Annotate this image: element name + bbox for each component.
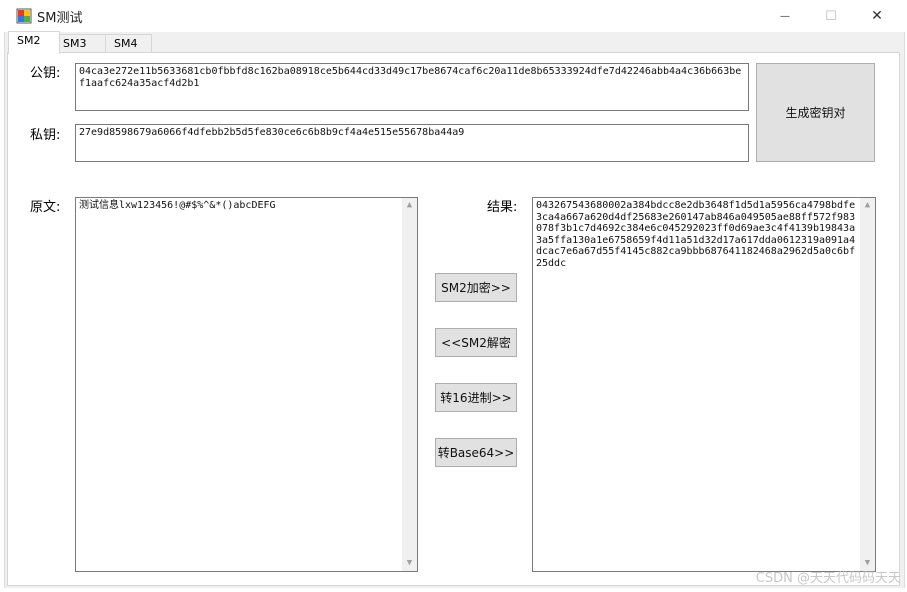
- close-button[interactable]: ✕: [854, 0, 900, 32]
- generate-keypair-button[interactable]: 生成密钥对: [756, 63, 875, 162]
- tab-sm4[interactable]: SM4: [105, 34, 152, 53]
- maximize-icon: ☐: [825, 8, 837, 24]
- to-hex-button[interactable]: 转16进制>>: [435, 383, 517, 412]
- plaintext-scrollbar[interactable]: ▲ ▼: [402, 198, 417, 571]
- decrypt-label: <<SM2解密: [441, 336, 511, 350]
- minimize-icon: —: [780, 10, 790, 22]
- sm2-decrypt-button[interactable]: <<SM2解密: [435, 328, 517, 357]
- result-label: 结果:: [487, 200, 518, 215]
- tab-label: SM3: [63, 37, 87, 50]
- public-key-field[interactable]: 04ca3e272e11b5633681cb0fbbfd8c162ba08918…: [75, 63, 749, 111]
- title-bar: SM测试 — ☐ ✕: [0, 0, 907, 32]
- scroll-up-icon[interactable]: ▲: [860, 198, 875, 213]
- generate-keypair-label: 生成密钥对: [785, 106, 846, 120]
- close-icon: ✕: [871, 8, 883, 24]
- encrypt-label: SM2加密>>: [441, 281, 511, 295]
- scroll-up-icon[interactable]: ▲: [402, 198, 417, 213]
- private-key-label: 私钥:: [30, 128, 61, 143]
- watermark: CSDN @天天代码码天天: [755, 571, 901, 586]
- maximize-button[interactable]: ☐: [808, 0, 854, 32]
- result-textarea[interactable]: 043267543680002a384bdcc8e2db3648f1d5d1a5…: [532, 197, 876, 572]
- minimize-button[interactable]: —: [762, 0, 808, 32]
- result-scrollbar[interactable]: ▲ ▼: [860, 198, 875, 571]
- window-title: SM测试: [37, 11, 83, 26]
- private-key-field[interactable]: 27e9d8598679a6066f4dfebb2b5d5fe830ce6c6b…: [75, 124, 749, 162]
- scroll-down-icon[interactable]: ▼: [402, 556, 417, 571]
- to-hex-label: 转16进制>>: [440, 391, 512, 405]
- plaintext-label: 原文:: [30, 200, 61, 215]
- tab-sm3[interactable]: SM3: [54, 34, 107, 53]
- tab-label: SM2: [17, 34, 41, 47]
- app-icon: [16, 8, 32, 24]
- to-base64-button[interactable]: 转Base64>>: [435, 438, 517, 467]
- public-key-label: 公钥:: [30, 66, 61, 81]
- tab-label: SM4: [114, 37, 138, 50]
- plaintext-textarea[interactable]: 测试信息lxw123456!@#$%^&*()abcDEFG ▲ ▼: [75, 197, 418, 572]
- tab-sm2[interactable]: SM2: [8, 31, 60, 54]
- plaintext-value: 测试信息lxw123456!@#$%^&*()abcDEFG: [79, 200, 276, 211]
- sm2-encrypt-button[interactable]: SM2加密>>: [435, 273, 517, 302]
- to-base64-label: 转Base64>>: [437, 446, 515, 460]
- result-value: 043267543680002a384bdcc8e2db3648f1d5d1a5…: [536, 200, 856, 269]
